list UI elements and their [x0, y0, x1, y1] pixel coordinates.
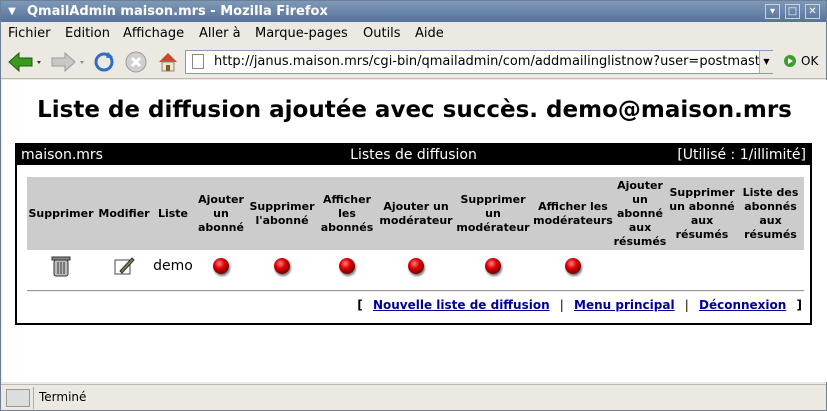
url-text: http://janus.maison.mrs/cgi-bin/qmailadm…	[214, 54, 768, 69]
divider	[27, 290, 804, 292]
forward-arrow-icon	[51, 51, 84, 73]
status-text: Terminé	[39, 390, 87, 404]
new-list-link[interactable]: Nouvelle liste de diffusion	[373, 298, 550, 312]
red-dot-icon	[339, 258, 355, 274]
go-button[interactable]: OK	[783, 54, 818, 68]
red-dot-icon	[408, 258, 424, 274]
delete-list-button[interactable]	[27, 253, 95, 279]
edit-icon	[114, 257, 135, 275]
col-afficher-abonnes: Afficher les abonnés	[320, 192, 374, 234]
trash-icon	[51, 256, 71, 277]
menu-outils[interactable]: Outils	[363, 26, 401, 41]
main-menu-link[interactable]: Menu principal	[574, 298, 675, 312]
mailing-lists-panel: maison.mrs Listes de diffusion [Utilisé …	[15, 143, 812, 325]
window-title: QmailAdmin maison.mrs - Mozilla Firefox	[27, 4, 328, 19]
list-name[interactable]: demo	[153, 253, 193, 279]
menu-fichier[interactable]: Fichier	[8, 26, 51, 41]
menu-edition[interactable]: Edition	[65, 26, 110, 41]
url-bar[interactable]: http://janus.maison.mrs/cgi-bin/qmailadm…	[185, 50, 773, 74]
add-subscriber-button[interactable]	[193, 253, 249, 279]
page-icon	[192, 54, 204, 69]
col-supprimer: Supprimer	[28, 206, 94, 220]
bracket-open: [	[357, 298, 363, 312]
back-arrow-icon	[8, 51, 41, 73]
title-bar: ▼ QmailAdmin maison.mrs - Mozilla Firefo…	[1, 1, 826, 22]
col-supprimer-abonne-resumes: Supprimer un abonné aux résumés	[669, 185, 735, 241]
menu-bar: Fichier Edition Affichage Aller à Marque…	[1, 22, 826, 44]
home-icon	[159, 53, 177, 72]
menu-marque-pages[interactable]: Marque-pages	[255, 26, 348, 41]
remove-subscriber-button[interactable]	[249, 253, 315, 279]
forward-button[interactable]	[49, 49, 89, 75]
page-content: Liste de diffusion ajoutée avec succès. …	[2, 80, 827, 382]
status-edit-icon	[6, 389, 30, 407]
window-menu-icon[interactable]: ▼	[5, 5, 19, 18]
remove-moderator-button[interactable]	[453, 253, 533, 279]
menu-aller-a[interactable]: Aller à	[199, 26, 241, 41]
show-moderators-button[interactable]	[533, 253, 613, 279]
stop-icon	[125, 51, 147, 73]
red-dot-icon	[213, 258, 229, 274]
browser-window: ▼ QmailAdmin maison.mrs - Mozilla Firefo…	[0, 0, 827, 411]
stop-button[interactable]	[123, 49, 149, 75]
add-moderator-button[interactable]	[379, 253, 453, 279]
red-dot-icon	[565, 258, 581, 274]
menu-aide[interactable]: Aide	[415, 26, 444, 41]
reload-icon	[94, 52, 114, 72]
maximize-icon[interactable]: □	[785, 4, 800, 19]
red-dot-icon	[485, 258, 501, 274]
col-afficher-moderateurs: Afficher les modérateurs	[533, 199, 613, 227]
usage-indicator: [Utilisé : 1/illimité]	[677, 147, 806, 163]
col-ajouter-abonne: Ajouter un abonné	[198, 192, 244, 234]
show-subscribers-button[interactable]	[315, 253, 379, 279]
reload-button[interactable]	[91, 49, 117, 75]
logout-link[interactable]: Déconnexion	[699, 298, 786, 312]
col-supprimer-abonne: Supprimer l'abonné	[249, 199, 315, 227]
back-button[interactable]	[5, 49, 45, 75]
col-supprimer-moderateur: Supprimer un modérateur	[456, 192, 530, 234]
go-label: OK	[801, 54, 819, 68]
bracket-close: ]	[796, 298, 802, 312]
home-button[interactable]	[155, 49, 181, 75]
col-ajouter-moderateur: Ajouter un modérateur	[379, 199, 453, 227]
page-heading: Liste de diffusion ajoutée avec succès. …	[37, 97, 792, 123]
url-dropdown-button[interactable]: ▼	[759, 51, 773, 73]
minimize-icon[interactable]: ▾	[765, 4, 780, 19]
footer-links: [ Nouvelle liste de diffusion | Menu pri…	[357, 298, 802, 312]
link-divider: |	[684, 298, 689, 312]
col-liste: Liste	[157, 206, 189, 220]
close-icon[interactable]: ✕	[805, 4, 820, 19]
link-divider: |	[559, 298, 564, 312]
panel-header: maison.mrs Listes de diffusion [Utilisé …	[17, 145, 810, 165]
menu-affichage[interactable]: Affichage	[123, 26, 184, 41]
status-bar: Terminé	[1, 384, 826, 410]
go-icon	[784, 55, 796, 67]
table-header: Supprimer Modifier Liste Ajouter un abon…	[27, 177, 804, 250]
red-dot-icon	[274, 258, 290, 274]
status-divider	[33, 387, 34, 409]
col-modifier: Modifier	[98, 206, 150, 220]
col-liste-abonnes-resumes: Liste des abonnés aux résumés	[742, 185, 799, 241]
col-ajouter-abonne-resumes: Ajouter un abonné aux résumés	[613, 178, 667, 248]
edit-list-button[interactable]	[95, 253, 153, 279]
